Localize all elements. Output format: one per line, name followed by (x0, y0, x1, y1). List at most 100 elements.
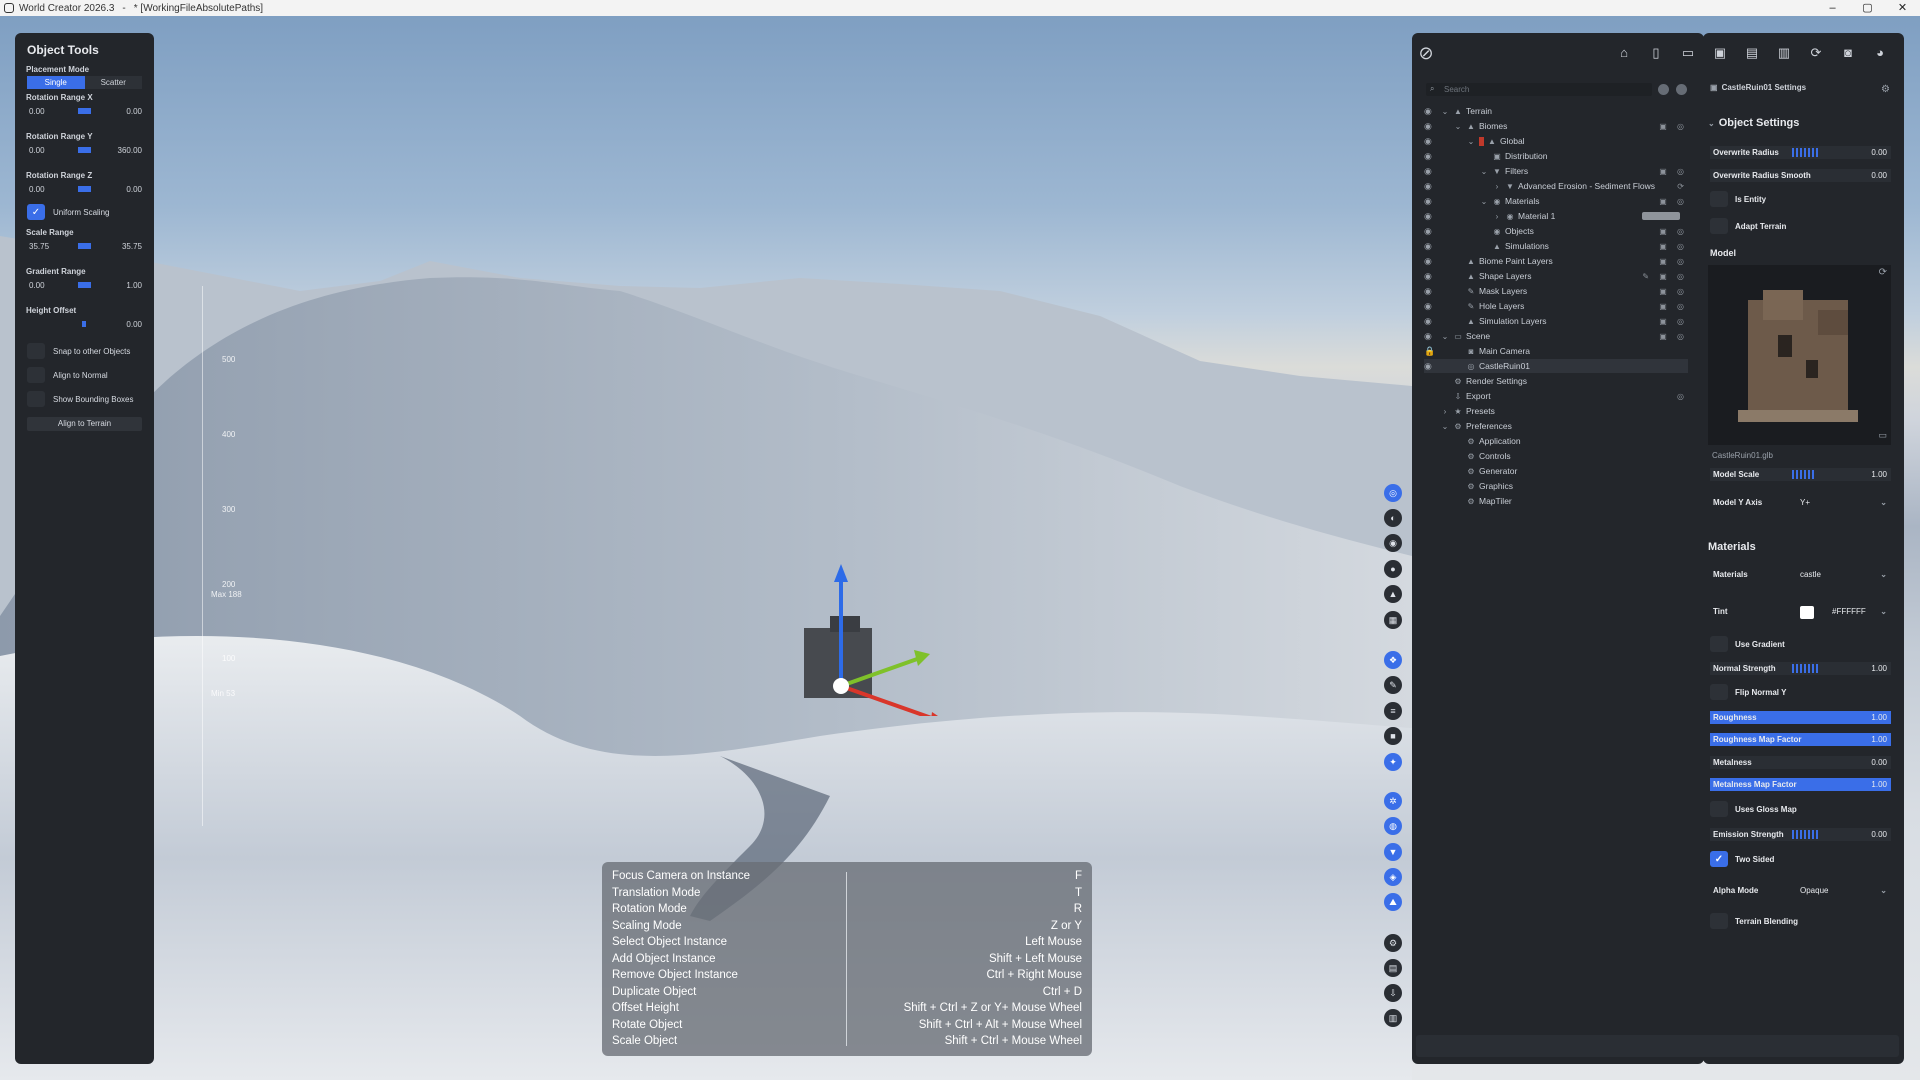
visibility-tool-icon[interactable]: ◍ (1384, 817, 1402, 835)
eye-icon[interactable]: ◉ (1424, 211, 1436, 222)
stack-tool-icon[interactable]: ◈ (1384, 868, 1402, 886)
nodes-tool-icon[interactable]: ✲ (1384, 792, 1402, 810)
roughness-slider[interactable]: Roughness 1.00 (1710, 711, 1891, 724)
tree-item[interactable]: ◉ ⌄ ▭ Scene ▣ ◎ (1424, 329, 1688, 343)
tree-actions-icon[interactable]: ⟳ (1677, 182, 1688, 191)
reload-icon[interactable]: ⟳ (1879, 267, 1887, 278)
gradient-range-slider[interactable]: 0.00 1.00 (25, 278, 144, 292)
eye-icon[interactable]: ◉ (1424, 271, 1436, 282)
stamp-tool-icon[interactable]: ■ (1384, 727, 1402, 745)
list-tool-icon[interactable]: ≡ (1384, 702, 1402, 720)
props-settings-icon[interactable]: ⚙ (1881, 84, 1890, 95)
eye-icon[interactable]: ◉ (1424, 151, 1436, 162)
eye-icon[interactable]: ◉ (1424, 181, 1436, 192)
chevron-down-icon[interactable]: ⌄ (1453, 122, 1463, 131)
tint-color-picker[interactable]: Tint #FFFFFF ⌄ (1710, 605, 1891, 619)
gloss-map-toggle[interactable]: Uses Gloss Map (1710, 801, 1797, 817)
align-terrain-button[interactable]: Align to Terrain (27, 417, 142, 431)
expand-all-icon[interactable] (1676, 84, 1687, 95)
tree-actions-icon[interactable]: ▣ ◎ (1659, 227, 1688, 236)
rotation-x-slider[interactable]: 0.00 0.00 (25, 104, 144, 118)
eye-icon[interactable]: ◉ (1424, 241, 1436, 252)
materials-select[interactable]: Materials castle ⌄ (1710, 568, 1891, 582)
tree-item[interactable]: ◉ ▣ Distribution (1424, 149, 1688, 163)
export-icon[interactable]: ▥ (1776, 45, 1792, 61)
use-gradient-toggle[interactable]: Use Gradient (1710, 636, 1785, 652)
chevron-down-icon[interactable]: ⌄ (1440, 107, 1450, 116)
home-icon[interactable]: ⌂ (1616, 45, 1632, 61)
eye-icon[interactable]: ◉ (1424, 316, 1436, 327)
tree-actions-icon[interactable]: ▣ ◎ (1659, 122, 1688, 131)
camera-tool-icon[interactable]: ◎ (1384, 484, 1402, 502)
tree-item[interactable]: ◉ ▲ Simulation Layers ▣ ◎ (1424, 314, 1688, 328)
water-tool-icon[interactable]: ● (1384, 560, 1402, 578)
eye-icon[interactable]: ◉ (1424, 166, 1436, 177)
tree-item[interactable]: 🔒 ◙ Main Camera (1424, 344, 1688, 358)
material-swatch[interactable] (1642, 212, 1680, 220)
open-folder-icon[interactable]: ▭ (1680, 45, 1696, 61)
stats-tool-icon[interactable]: ▥ (1384, 1009, 1402, 1027)
layers-tool-icon[interactable]: ❖ (1384, 651, 1402, 669)
emission-strength-slider[interactable]: Emission Strength 0.00 (1710, 828, 1891, 841)
chevron-down-icon[interactable]: ⌄ (1440, 422, 1450, 431)
rotation-z-slider[interactable]: 0.00 0.00 (25, 182, 144, 196)
eye-icon[interactable]: ◉ (1424, 286, 1436, 297)
lock-icon[interactable]: 🔒 (1424, 346, 1436, 357)
tree-item[interactable]: ◉ › ◉ Material 1 (1424, 209, 1688, 223)
chevron-down-icon[interactable]: ⌄ (1466, 137, 1476, 146)
scale-range-slider[interactable]: 35.75 35.75 (25, 239, 144, 253)
eye-icon[interactable]: ◉ (1424, 331, 1436, 342)
tree-item[interactable]: ◉ ✎ Hole Layers ▣ ◎ (1424, 299, 1688, 313)
collapse-all-icon[interactable] (1658, 84, 1669, 95)
browse-folder-icon[interactable]: ▭ (1878, 430, 1887, 441)
tree-actions-icon[interactable]: ◎ (1677, 392, 1688, 401)
tree-item[interactable]: ◉ ▲ Biome Paint Layers ▣ ◎ (1424, 254, 1688, 268)
normal-strength-slider[interactable]: Normal Strength 1.00 (1710, 662, 1891, 675)
chevron-right-icon[interactable]: › (1492, 182, 1502, 191)
tree-item[interactable]: ◉ ✎ Mask Layers ▣ ◎ (1424, 284, 1688, 298)
tree-item[interactable]: ⚙ Graphics (1424, 479, 1688, 493)
tree-item[interactable]: ◉ ⌄ ▲ Biomes ▣ ◎ (1424, 119, 1688, 133)
tree-item[interactable]: ◉ ⌄ ▲ Global (1424, 134, 1688, 148)
uniform-scaling-toggle[interactable]: ✓ Uniform Scaling (27, 204, 142, 220)
close-button[interactable]: ✕ (1885, 0, 1920, 16)
paint-tool-icon[interactable]: ✎ (1384, 676, 1402, 694)
metalness-map-slider[interactable]: Metalness Map Factor 1.00 (1710, 778, 1891, 791)
two-sided-toggle[interactable]: ✓ Two Sided (1710, 851, 1774, 867)
sun-tool-icon[interactable]: ◐ (1384, 509, 1402, 527)
maximize-button[interactable]: ▢ (1850, 0, 1885, 16)
model-y-axis-select[interactable]: Model Y Axis Y+ ⌄ (1710, 496, 1891, 510)
tree-item[interactable]: ◉ › ▼ Advanced Erosion - Sediment Flows ⟳ (1424, 179, 1688, 193)
new-file-icon[interactable]: ▯ (1648, 45, 1664, 61)
eye-icon[interactable]: ◉ (1424, 196, 1436, 207)
settings-tool-icon[interactable]: ⚙ (1384, 934, 1402, 952)
tree-item[interactable]: ◉ ⌄ ▲ Terrain (1424, 104, 1688, 118)
eye-icon[interactable]: ◉ (1424, 301, 1436, 312)
tree-item[interactable]: ⇩ Export ◎ (1424, 389, 1688, 403)
tree-item[interactable]: ⚙ Controls (1424, 449, 1688, 463)
scatter-mode-button[interactable]: Scatter (84, 76, 142, 89)
tree-item[interactable]: ⚙ Generator (1424, 464, 1688, 478)
tree-item[interactable]: ◉ ▲ Simulations ▣ ◎ (1424, 239, 1688, 253)
height-offset-slider[interactable]: 0.00 (25, 317, 144, 331)
tree-actions-icon[interactable]: ✎ ▣ ◎ (1642, 272, 1688, 281)
minimize-button[interactable]: – (1815, 0, 1850, 16)
alpha-mode-select[interactable]: Alpha Mode Opaque ⌄ (1710, 884, 1891, 898)
grid-tool-icon[interactable]: ▦ (1384, 611, 1402, 629)
tree-actions-icon[interactable]: ▣ ◎ (1659, 302, 1688, 311)
chevron-down-icon[interactable]: ⌄ (1479, 167, 1489, 176)
chevron-down-icon[interactable]: ⌄ (1440, 332, 1450, 341)
eye-icon[interactable]: ◉ (1424, 361, 1436, 372)
folder-tool-icon[interactable]: ▤ (1384, 959, 1402, 977)
eye-icon[interactable]: ◉ (1424, 256, 1436, 267)
overwrite-smooth-slider[interactable]: Overwrite Radius Smooth 0.00 (1710, 169, 1891, 182)
eye-icon[interactable]: ◉ (1424, 121, 1436, 132)
tree-item[interactable]: ◉ ⌄ ◉ Materials ▣ ◎ (1424, 194, 1688, 208)
sync-icon[interactable]: ⟳ (1808, 45, 1824, 61)
terrain-blending-toggle[interactable]: Terrain Blending (1710, 913, 1798, 929)
tree-item[interactable]: ⚙ MapTiler (1424, 494, 1688, 508)
tree-actions-icon[interactable]: ▣ ◎ (1659, 197, 1688, 206)
transform-gizmo[interactable] (790, 546, 960, 716)
save-as-icon[interactable]: ▤ (1744, 45, 1760, 61)
tree-item[interactable]: ◉ ◎ CastleRuin01 (1424, 359, 1688, 373)
